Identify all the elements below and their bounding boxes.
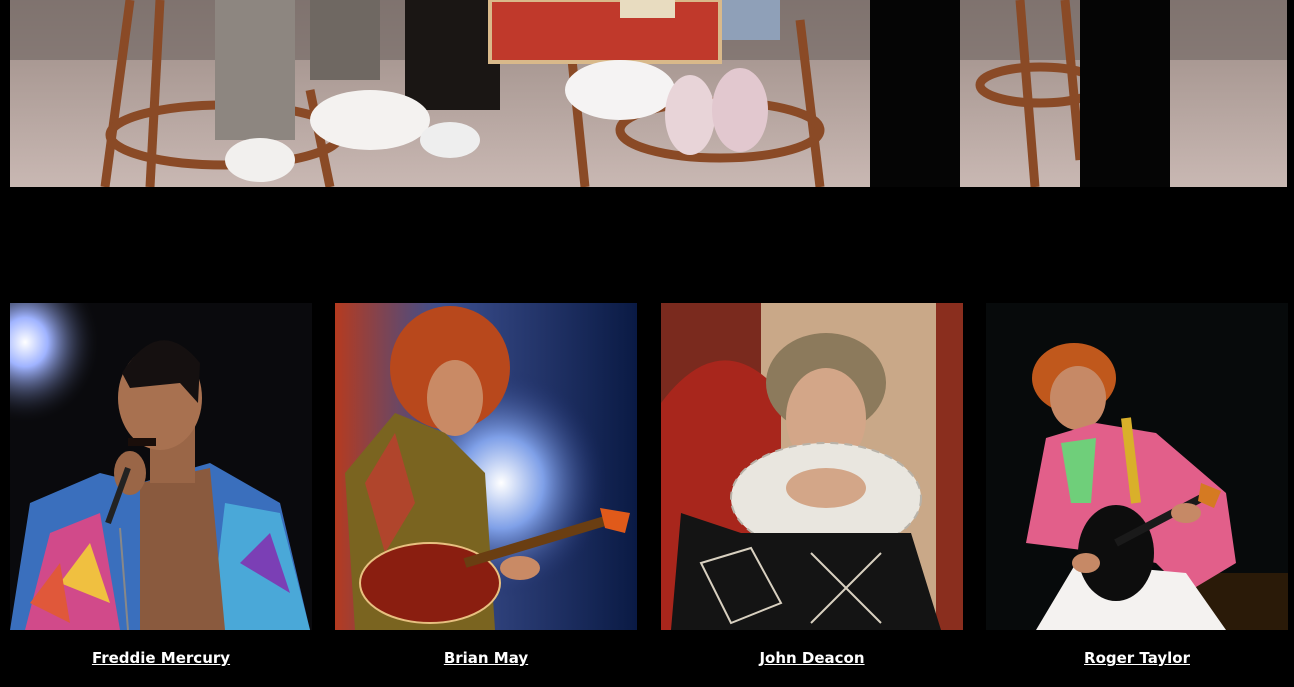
member-card-brian-may: Brian May: [335, 303, 637, 667]
member-card-freddie-mercury: Freddie Mercury: [10, 303, 312, 667]
hero-image: [10, 0, 1287, 187]
page: Freddie Mercury Brian May John Deacon Ro…: [0, 0, 1294, 687]
freddie-mercury-photo[interactable]: [10, 303, 312, 630]
john-deacon-photo[interactable]: [661, 303, 963, 630]
member-name-link[interactable]: John Deacon: [661, 649, 963, 667]
member-card-john-deacon: John Deacon: [661, 303, 963, 667]
member-card-roger-taylor: Roger Taylor: [986, 303, 1288, 667]
members-grid: Freddie Mercury Brian May John Deacon Ro…: [10, 303, 1288, 687]
member-name-link[interactable]: Brian May: [335, 649, 637, 667]
member-name-link[interactable]: Freddie Mercury: [10, 649, 312, 667]
roger-taylor-photo[interactable]: [986, 303, 1288, 630]
member-name-link[interactable]: Roger Taylor: [986, 649, 1288, 667]
brian-may-photo[interactable]: [335, 303, 637, 630]
